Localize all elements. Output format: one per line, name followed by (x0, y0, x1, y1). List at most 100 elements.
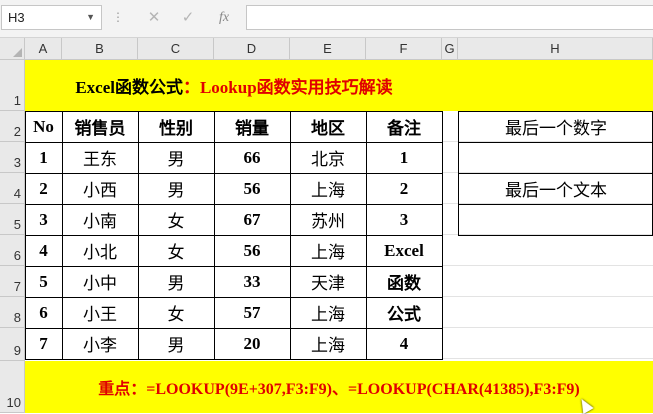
name-box[interactable]: H3 ▼ (1, 5, 102, 30)
cell-region[interactable]: 上海 (290, 173, 366, 204)
chevron-down-icon[interactable]: ▼ (86, 6, 95, 29)
cell-no[interactable]: 1 (25, 142, 62, 173)
table-hline (25, 266, 443, 267)
table-hline (25, 142, 443, 143)
side-box-border (458, 111, 653, 112)
cell-salesperson[interactable]: 小北 (62, 235, 138, 266)
column-header-b[interactable]: B (62, 38, 138, 60)
cell-remark[interactable]: 4 (366, 328, 442, 359)
column-header-h[interactable]: H (458, 38, 653, 60)
cell-sales[interactable]: 56 (214, 235, 290, 266)
header-region[interactable]: 地区 (290, 111, 366, 142)
cell-remark[interactable]: 函数 (366, 266, 442, 297)
formula-note[interactable]: 重点：=LOOKUP(9E+307,F3:F9)、=LOOKUP(CHAR(41… (25, 361, 653, 413)
cell-region[interactable]: 苏州 (290, 204, 366, 235)
cell-sales[interactable]: 56 (214, 173, 290, 204)
cell-remark[interactable]: 1 (366, 142, 442, 173)
cell-remark[interactable]: 2 (366, 173, 442, 204)
cell-sales[interactable]: 67 (214, 204, 290, 235)
column-header-d[interactable]: D (214, 38, 290, 60)
column-header-f[interactable]: F (366, 38, 442, 60)
result-last-text[interactable] (459, 204, 653, 235)
cell-no[interactable]: 6 (25, 297, 62, 328)
cell-region[interactable]: 上海 (290, 297, 366, 328)
cell-no[interactable]: 7 (25, 328, 62, 359)
cell-sales[interactable]: 66 (214, 142, 290, 173)
cell-salesperson[interactable]: 王东 (62, 142, 138, 173)
header-gender[interactable]: 性别 (138, 111, 214, 142)
cell-gender[interactable]: 女 (138, 297, 214, 328)
table-hline (25, 328, 443, 329)
cell-salesperson[interactable]: 小南 (62, 204, 138, 235)
column-header-e[interactable]: E (290, 38, 366, 60)
table-vline (214, 111, 215, 360)
table-hline (25, 204, 443, 205)
table-hline (25, 111, 443, 112)
cell-sales[interactable]: 20 (214, 328, 290, 359)
row-header-9[interactable]: 9 (0, 328, 25, 361)
sheet-title[interactable]: Excel函数公式 ：Lookup函数实用技巧解读 (25, 60, 443, 111)
row-header-3[interactable]: 3 (0, 142, 25, 173)
row-header-1[interactable]: 1 (0, 60, 25, 111)
cell-salesperson[interactable]: 小中 (62, 266, 138, 297)
row-header-7[interactable]: 7 (0, 266, 25, 297)
row-header-10[interactable]: 10 (0, 361, 25, 413)
table-vline (366, 111, 367, 360)
cell-no[interactable]: 5 (25, 266, 62, 297)
label-last-text[interactable]: 最后一个文本 (459, 173, 653, 204)
cell-salesperson[interactable]: 小西 (62, 173, 138, 204)
row-header-8[interactable]: 8 (0, 297, 25, 328)
table-hline (25, 173, 443, 174)
side-box-border (458, 204, 653, 205)
cell-gender[interactable]: 女 (138, 235, 214, 266)
table-vline (62, 111, 63, 360)
cell-sales[interactable]: 57 (214, 297, 290, 328)
table-hline (25, 359, 443, 360)
table-vline (442, 111, 443, 360)
header-remark[interactable]: 备注 (366, 111, 442, 142)
column-header-c[interactable]: C (138, 38, 214, 60)
cell-region[interactable]: 天津 (290, 266, 366, 297)
label-last-number[interactable]: 最后一个数字 (459, 111, 653, 142)
row-header-6[interactable]: 6 (0, 235, 25, 266)
name-box-value: H3 (8, 10, 25, 25)
cell-gender[interactable]: 男 (138, 173, 214, 204)
cancel-icon[interactable]: ✕ (140, 6, 168, 30)
row-header-2[interactable]: 2 (0, 111, 25, 142)
more-options-icon[interactable]: ⋮ (112, 10, 124, 24)
title-part-1: Excel函数公式 (75, 78, 183, 97)
formula-bar: H3 ▼ ⋮ ✕ ✓ fx (0, 0, 653, 38)
row-header-5[interactable]: 5 (0, 204, 25, 235)
cell-gender[interactable]: 男 (138, 266, 214, 297)
cell-region[interactable]: 上海 (290, 235, 366, 266)
cell-sales[interactable]: 33 (214, 266, 290, 297)
column-header-g[interactable]: G (442, 38, 458, 60)
enter-icon[interactable]: ✓ (174, 6, 202, 30)
select-all-corner[interactable] (0, 38, 25, 60)
cell-no[interactable]: 4 (25, 235, 62, 266)
cell-no[interactable]: 2 (25, 173, 62, 204)
side-box-border (458, 142, 653, 143)
insert-function-button[interactable]: fx (210, 6, 238, 30)
header-salesperson[interactable]: 销售员 (62, 111, 138, 142)
side-box-border (458, 111, 459, 236)
title-part-2: ：Lookup函数实用技巧解读 (182, 78, 393, 97)
cell-gender[interactable]: 女 (138, 204, 214, 235)
column-header-a[interactable]: A (25, 38, 62, 60)
formula-input[interactable] (246, 5, 653, 30)
cell-region[interactable]: 北京 (290, 142, 366, 173)
cell-remark[interactable]: 3 (366, 204, 442, 235)
cell-salesperson[interactable]: 小李 (62, 328, 138, 359)
cell-remark[interactable]: 公式 (366, 297, 442, 328)
cell-gender[interactable]: 男 (138, 142, 214, 173)
cell-region[interactable]: 上海 (290, 328, 366, 359)
side-box-border (458, 235, 653, 236)
header-no[interactable]: No (25, 111, 62, 142)
cell-salesperson[interactable]: 小王 (62, 297, 138, 328)
cell-no[interactable]: 3 (25, 204, 62, 235)
header-sales[interactable]: 销量 (214, 111, 290, 142)
cell-gender[interactable]: 男 (138, 328, 214, 359)
cell-remark[interactable]: Excel (366, 235, 442, 266)
row-header-4[interactable]: 4 (0, 173, 25, 204)
result-last-number[interactable] (459, 142, 653, 173)
